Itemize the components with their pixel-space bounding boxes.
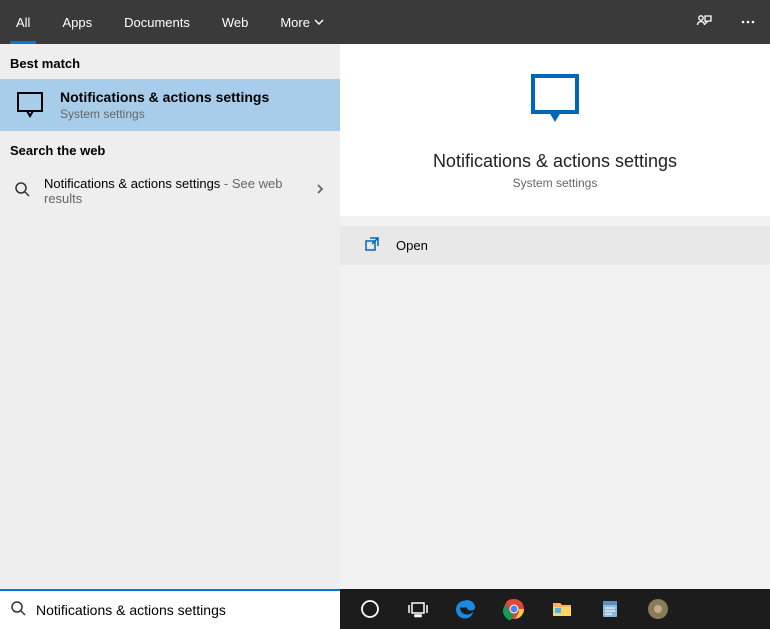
- tab-web[interactable]: Web: [206, 0, 265, 44]
- search-input[interactable]: [36, 602, 330, 618]
- open-action[interactable]: Open: [340, 226, 770, 265]
- web-result-primary: Notifications & actions settings: [44, 176, 220, 191]
- taskbar: [0, 589, 770, 629]
- tab-apps-label: Apps: [62, 15, 92, 30]
- chrome-alt-icon[interactable]: [636, 589, 680, 629]
- preview-card: Notifications & actions settings System …: [340, 44, 770, 216]
- more-options-icon[interactable]: [726, 0, 770, 44]
- tab-bar: All Apps Documents Web More: [0, 0, 770, 44]
- tab-apps[interactable]: Apps: [46, 0, 108, 44]
- preview-pane: Notifications & actions settings System …: [340, 44, 770, 589]
- best-match-subtitle: System settings: [60, 107, 269, 121]
- tab-all[interactable]: All: [0, 0, 46, 44]
- notification-icon: [14, 89, 46, 121]
- feedback-icon[interactable]: [682, 0, 726, 44]
- best-match-result[interactable]: Notifications & actions settings System …: [0, 79, 340, 131]
- web-result[interactable]: Notifications & actions settings - See w…: [0, 166, 340, 216]
- tab-documents-label: Documents: [124, 15, 190, 30]
- web-result-text: Notifications & actions settings - See w…: [44, 176, 302, 206]
- tab-more-label: More: [280, 15, 310, 30]
- cortana-icon[interactable]: [348, 589, 392, 629]
- chevron-right-icon: [314, 182, 326, 200]
- results-pane: Best match Notifications & actions setti…: [0, 44, 340, 589]
- file-explorer-icon[interactable]: [540, 589, 584, 629]
- search-web-heading: Search the web: [0, 131, 340, 166]
- tab-all-label: All: [16, 15, 30, 30]
- open-label: Open: [396, 238, 428, 253]
- search-icon: [14, 181, 32, 202]
- tab-documents[interactable]: Documents: [108, 0, 206, 44]
- preview-title: Notifications & actions settings: [433, 151, 677, 172]
- tab-more[interactable]: More: [264, 0, 340, 44]
- best-match-title: Notifications & actions settings: [60, 89, 269, 105]
- task-view-icon[interactable]: [396, 589, 440, 629]
- taskbar-tray: [340, 589, 770, 629]
- chrome-icon[interactable]: [492, 589, 536, 629]
- search-icon: [10, 600, 26, 621]
- best-match-heading: Best match: [0, 44, 340, 79]
- open-icon: [364, 236, 380, 255]
- notepad-icon[interactable]: [588, 589, 632, 629]
- preview-subtitle: System settings: [513, 176, 598, 190]
- notification-icon-large: [525, 70, 585, 135]
- search-box[interactable]: [0, 589, 340, 629]
- chevron-down-icon: [314, 17, 324, 27]
- tab-web-label: Web: [222, 15, 249, 30]
- edge-icon[interactable]: [444, 589, 488, 629]
